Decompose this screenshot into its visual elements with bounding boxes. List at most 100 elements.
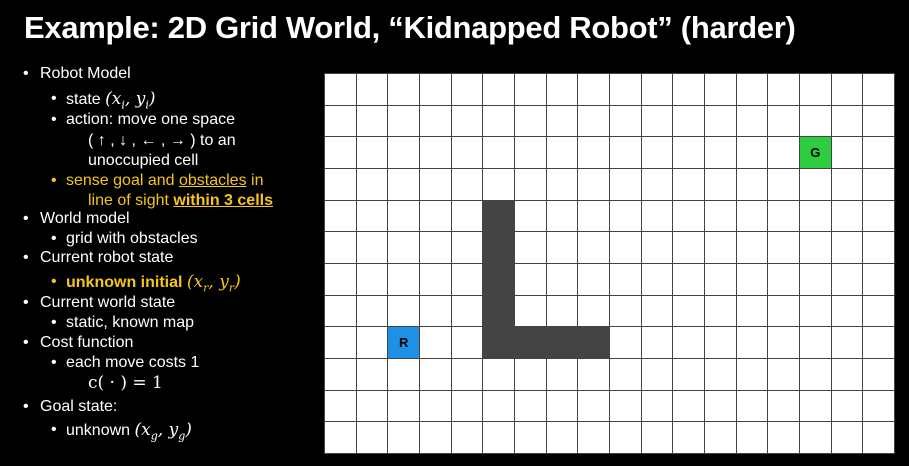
empty-cell — [546, 422, 579, 454]
empty-cell — [799, 232, 832, 264]
empty-cell — [514, 74, 547, 106]
empty-cell — [388, 105, 420, 138]
empty-cell — [799, 422, 832, 454]
empty-cell — [388, 74, 420, 106]
empty-cell — [356, 137, 389, 169]
obstacle-cell — [514, 327, 547, 359]
empty-cell — [641, 263, 674, 296]
empty-cell — [419, 232, 452, 264]
empty-cell — [768, 327, 800, 359]
empty-cell — [736, 74, 769, 106]
empty-cell — [578, 263, 610, 296]
empty-cell — [831, 168, 864, 201]
empty-cell — [419, 200, 452, 233]
empty-cell — [704, 327, 737, 359]
empty-cell — [609, 358, 642, 391]
empty-cell — [356, 232, 389, 264]
obstacle-cell — [483, 327, 515, 359]
empty-cell — [356, 168, 389, 201]
empty-cell — [325, 200, 357, 233]
empty-cell — [451, 105, 484, 138]
sense-line-2: line of sight within 3 cells — [88, 192, 273, 209]
empty-cell — [641, 200, 674, 233]
goal-cell: G — [799, 137, 832, 169]
empty-cell — [419, 74, 452, 106]
empty-cell — [641, 358, 674, 391]
empty-cell — [325, 422, 357, 454]
empty-cell — [451, 137, 484, 169]
empty-cell — [546, 295, 579, 328]
empty-cell — [704, 200, 737, 233]
bullet-grid-obstacles: grid with obstacles — [51, 229, 198, 249]
empty-cell — [451, 358, 484, 391]
empty-cell — [673, 358, 705, 391]
bullet-sense: sense goal and obstacles in — [51, 171, 263, 191]
empty-cell — [863, 137, 895, 169]
empty-cell — [546, 74, 579, 106]
empty-cell — [768, 74, 800, 106]
empty-cell — [831, 137, 864, 169]
empty-cell — [673, 168, 705, 201]
empty-cell — [609, 137, 642, 169]
empty-cell — [451, 168, 484, 201]
empty-cell — [736, 168, 769, 201]
empty-cell — [831, 74, 864, 106]
empty-cell — [483, 168, 515, 201]
empty-cell — [546, 137, 579, 169]
empty-cell — [673, 295, 705, 328]
empty-cell — [356, 105, 389, 138]
empty-cell — [768, 168, 800, 201]
empty-cell — [419, 105, 452, 138]
empty-cell — [546, 105, 579, 138]
action-line-3: unoccupied cell — [88, 152, 199, 169]
empty-cell — [831, 263, 864, 296]
empty-cell — [673, 137, 705, 169]
empty-cell — [863, 327, 895, 359]
empty-cell — [325, 74, 357, 106]
goal-math: (xg, yg) — [134, 420, 192, 443]
empty-cell — [736, 137, 769, 169]
empty-cell — [641, 74, 674, 106]
empty-cell — [704, 168, 737, 201]
empty-cell — [673, 105, 705, 138]
robot-cell: R — [388, 327, 420, 359]
empty-cell — [863, 263, 895, 296]
empty-cell — [546, 200, 579, 233]
empty-cell — [419, 390, 452, 423]
empty-cell — [863, 200, 895, 233]
empty-cell — [736, 422, 769, 454]
empty-cell — [609, 74, 642, 106]
empty-cell — [831, 232, 864, 264]
empty-cell — [356, 295, 389, 328]
empty-cell — [325, 327, 357, 359]
slide-title: Example: 2D Grid World, “Kidnapped Robot… — [24, 10, 796, 45]
empty-cell — [483, 358, 515, 391]
empty-cell — [578, 105, 610, 138]
empty-cell — [356, 390, 389, 423]
empty-cell — [704, 74, 737, 106]
empty-cell — [641, 422, 674, 454]
empty-cell — [673, 422, 705, 454]
bullet-current-robot-state: Current robot state — [23, 248, 173, 268]
empty-cell — [356, 358, 389, 391]
bullet-each-move: each move costs 1 — [51, 353, 199, 373]
empty-cell — [641, 105, 674, 138]
bullet-action: action: move one space — [51, 110, 235, 130]
empty-cell — [578, 200, 610, 233]
empty-cell — [483, 422, 515, 454]
empty-cell — [831, 358, 864, 391]
empty-cell — [419, 168, 452, 201]
empty-cell — [356, 263, 389, 296]
empty-cell — [863, 74, 895, 106]
empty-cell — [768, 358, 800, 391]
obstacle-cell — [483, 200, 515, 233]
empty-cell — [325, 295, 357, 328]
empty-cell — [609, 422, 642, 454]
empty-cell — [419, 137, 452, 169]
empty-cell — [799, 200, 832, 233]
empty-cell — [451, 200, 484, 233]
empty-cell — [578, 232, 610, 264]
empty-cell — [388, 232, 420, 264]
robot-state-math: (xr, yr) — [186, 272, 241, 295]
empty-cell — [325, 168, 357, 201]
